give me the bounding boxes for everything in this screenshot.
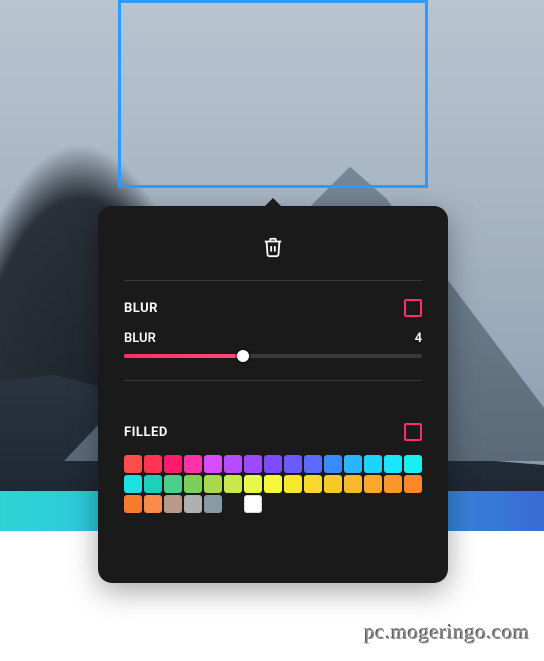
blur-slider-track[interactable]	[124, 354, 422, 358]
color-swatch[interactable]	[184, 475, 202, 493]
color-palette	[124, 455, 422, 513]
color-swatch[interactable]	[344, 455, 362, 473]
color-swatch[interactable]	[224, 455, 242, 473]
color-swatch[interactable]	[144, 475, 162, 493]
color-swatch[interactable]	[124, 455, 142, 473]
color-swatch[interactable]	[224, 495, 242, 513]
color-swatch[interactable]	[264, 475, 282, 493]
color-swatch[interactable]	[204, 495, 222, 513]
filled-toggle-checkbox[interactable]	[404, 423, 422, 441]
color-swatch[interactable]	[184, 455, 202, 473]
blur-toggle-checkbox[interactable]	[404, 299, 422, 317]
selection-rectangle[interactable]	[118, 0, 428, 188]
blur-slider-value: 4	[415, 331, 422, 346]
color-swatch[interactable]	[384, 455, 402, 473]
color-swatch[interactable]	[124, 495, 142, 513]
color-swatch[interactable]	[164, 455, 182, 473]
filled-label: FILLED	[124, 425, 168, 440]
color-swatch[interactable]	[124, 475, 142, 493]
color-swatch[interactable]	[184, 495, 202, 513]
color-swatch[interactable]	[324, 475, 342, 493]
color-swatch[interactable]	[244, 455, 262, 473]
color-swatch[interactable]	[284, 475, 302, 493]
color-swatch[interactable]	[224, 475, 242, 493]
color-swatch[interactable]	[244, 495, 262, 513]
blur-slider-fill	[124, 354, 243, 358]
blur-section-header: BLUR	[124, 299, 422, 317]
trash-icon	[262, 236, 284, 258]
color-swatch[interactable]	[144, 495, 162, 513]
blur-slider-label: BLUR	[124, 331, 156, 346]
color-swatch[interactable]	[284, 455, 302, 473]
divider	[124, 280, 422, 281]
color-swatch[interactable]	[384, 475, 402, 493]
blur-slider-thumb[interactable]	[237, 350, 249, 362]
color-swatch[interactable]	[324, 455, 342, 473]
edit-popover: BLUR BLUR 4 FILLED	[98, 206, 448, 583]
color-swatch[interactable]	[304, 455, 322, 473]
blur-label: BLUR	[124, 301, 158, 316]
color-swatch[interactable]	[204, 455, 222, 473]
color-swatch[interactable]	[304, 475, 322, 493]
color-swatch[interactable]	[144, 455, 162, 473]
blur-slider: BLUR 4	[124, 331, 422, 358]
color-swatch[interactable]	[404, 475, 422, 493]
delete-button[interactable]	[262, 236, 284, 258]
color-swatch[interactable]	[204, 475, 222, 493]
color-swatch[interactable]	[264, 455, 282, 473]
color-swatch[interactable]	[164, 475, 182, 493]
color-swatch[interactable]	[244, 475, 262, 493]
divider	[124, 380, 422, 381]
color-swatch[interactable]	[364, 455, 382, 473]
color-swatch[interactable]	[404, 455, 422, 473]
color-swatch[interactable]	[364, 475, 382, 493]
color-swatch[interactable]	[344, 475, 362, 493]
color-swatch[interactable]	[164, 495, 182, 513]
filled-section-header: FILLED	[124, 423, 422, 441]
